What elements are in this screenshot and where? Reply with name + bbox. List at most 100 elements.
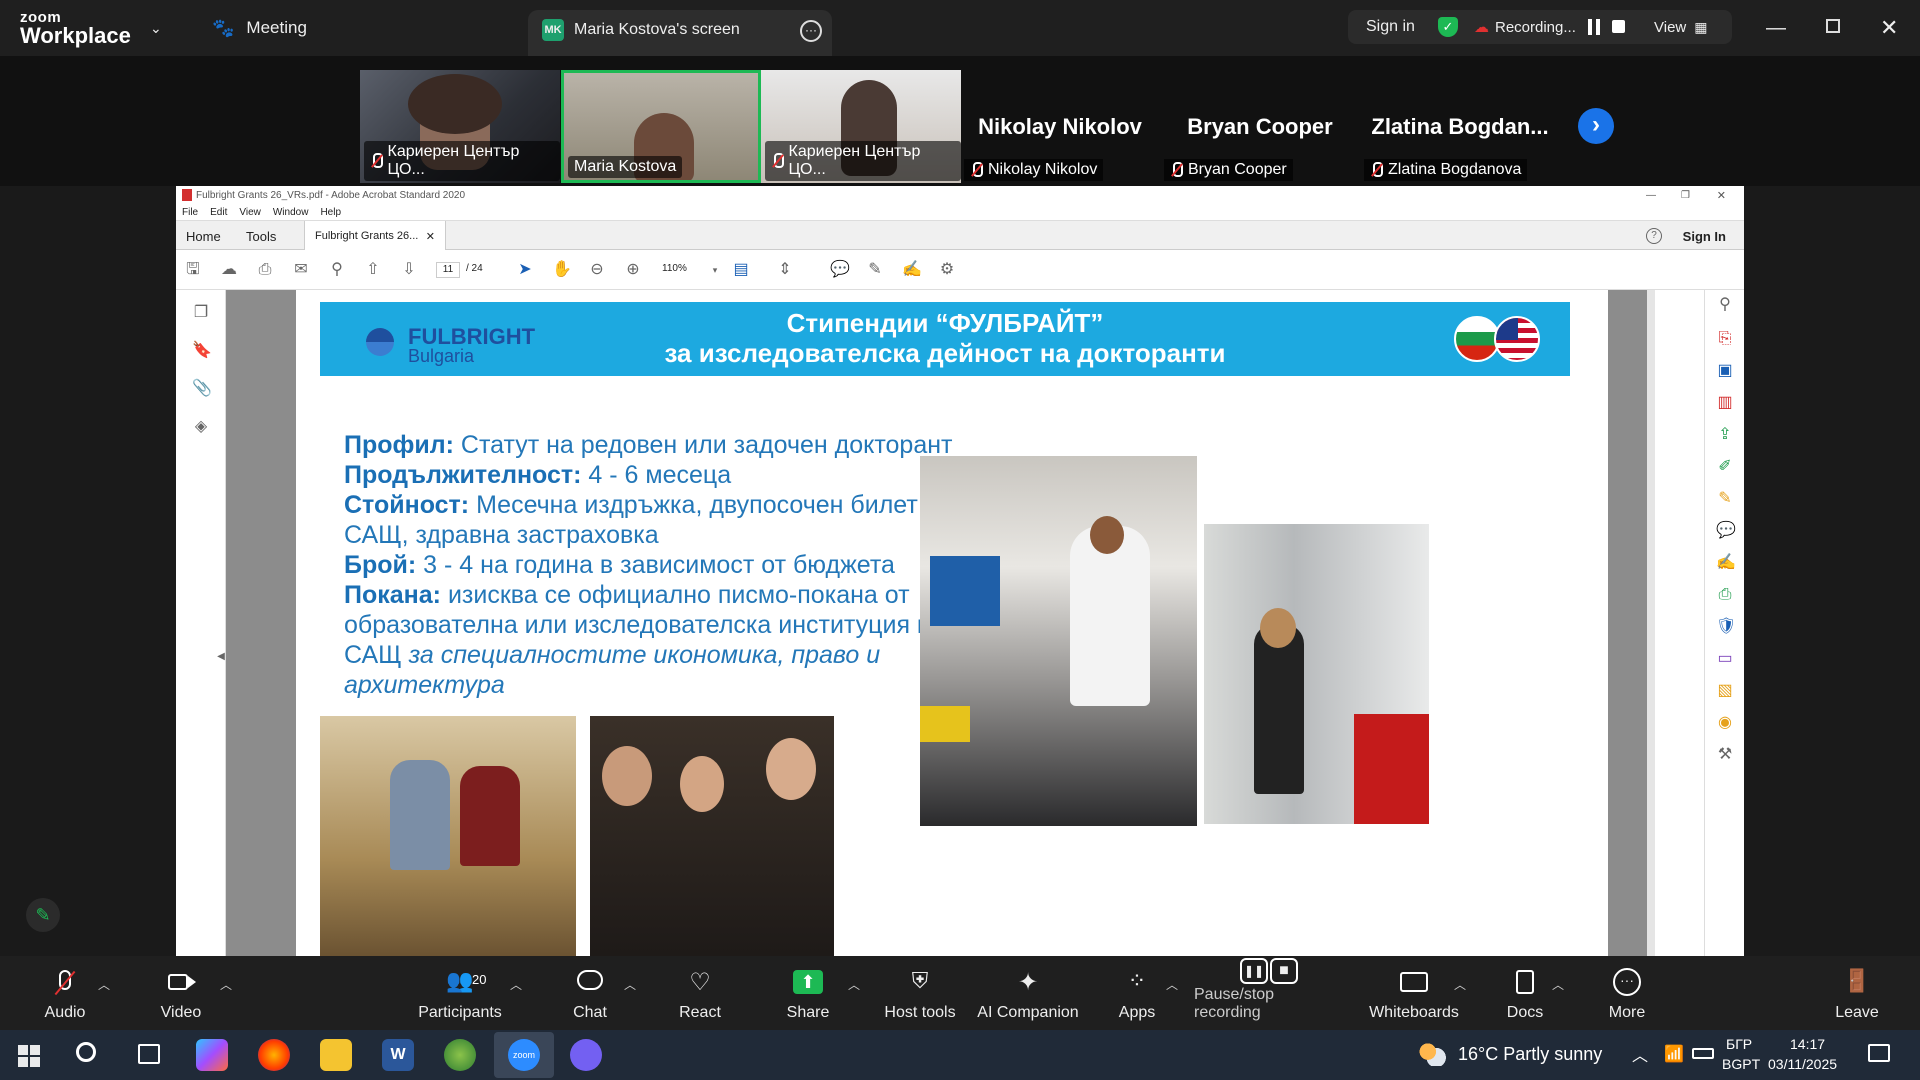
more-tools-icon[interactable]: ⚒ [1716, 746, 1734, 764]
video-tile-active[interactable]: Maria Kostova [561, 70, 761, 183]
name-tile[interactable]: Bryan Cooper Bryan Cooper [1160, 70, 1360, 183]
select-cursor-icon[interactable]: ➤ [516, 261, 534, 279]
zoom-magnifier-icon[interactable]: ⚲ [1716, 296, 1734, 314]
language-indicator[interactable]: БГР [1726, 1036, 1752, 1052]
clock-date[interactable]: 03/11/2025 [1768, 1056, 1837, 1072]
task-view-icon[interactable] [138, 1044, 160, 1064]
window-restore-icon[interactable]: ❐ [1681, 190, 1690, 201]
edit-pdf-icon[interactable]: ✐ [1716, 458, 1734, 476]
comment-tool-icon[interactable]: 💬 [1716, 522, 1736, 540]
send-signature-icon[interactable]: ✍ [1716, 554, 1736, 572]
notifications-icon[interactable] [1868, 1044, 1890, 1062]
copilot-app-icon[interactable] [196, 1039, 228, 1071]
prepare-form-icon[interactable]: ▧ [1716, 682, 1734, 700]
organize-pages-icon[interactable]: ▥ [1716, 394, 1734, 412]
window-minimize-icon[interactable]: — [1646, 190, 1656, 201]
next-page-icon[interactable]: ⇩ [400, 261, 418, 279]
leave-button[interactable]: 🚪 Leave [1830, 956, 1884, 1030]
protect-icon[interactable]: 🛡 [1716, 618, 1736, 636]
comment-icon[interactable]: 💬 [830, 261, 850, 279]
stop-icon[interactable] [1612, 20, 1625, 33]
name-tile[interactable]: Zlatina Bogdan... Zlatina Bogdanova [1360, 70, 1560, 183]
highlight-pen-icon[interactable]: ✎ [866, 261, 884, 279]
view-button[interactable]: View ▦ [1654, 10, 1707, 44]
zoom-level-select[interactable]: 110% [662, 263, 702, 274]
scan-ocr-icon[interactable]: ⎙ [1716, 586, 1734, 604]
docs-caret-icon[interactable]: ︿ [1552, 976, 1564, 993]
whiteboards-caret-icon[interactable]: ︿ [1454, 976, 1466, 993]
video-options-caret-icon[interactable]: ︿ [220, 976, 232, 993]
ai-companion-button[interactable]: ✦ AI Companion [976, 956, 1080, 1030]
more-options-icon[interactable]: ··· [800, 20, 822, 42]
share-caret-icon[interactable]: ︿ [848, 976, 860, 993]
tab-home[interactable]: Home [176, 221, 231, 251]
print-icon[interactable]: ⎙ [256, 261, 274, 279]
tab-document[interactable]: Fulbright Grants 26... ✕ [304, 221, 446, 251]
file-explorer-icon[interactable] [320, 1039, 352, 1071]
pause-icon[interactable] [1588, 19, 1600, 35]
cloud-upload-icon[interactable]: ☁ [220, 261, 238, 279]
apps-caret-icon[interactable]: ︿ [1166, 976, 1178, 993]
restore-icon[interactable] [1826, 19, 1840, 33]
minimize-icon[interactable]: — [1766, 0, 1786, 56]
meeting-tab[interactable]: 🐾 Meeting [212, 0, 307, 56]
more-button[interactable]: ··· More [1600, 956, 1654, 1030]
prev-page-icon[interactable]: ⇧ [364, 261, 382, 279]
viber-app-icon[interactable] [570, 1039, 602, 1071]
audio-options-caret-icon[interactable]: ︿ [98, 976, 110, 993]
close-icon[interactable]: ✕ [1880, 0, 1898, 56]
create-pdf-icon[interactable]: ⎘ [1716, 330, 1734, 348]
participants-caret-icon[interactable]: ︿ [510, 976, 522, 993]
next-page-arrow-icon[interactable]: › [1578, 108, 1614, 144]
zoom-dropdown-icon[interactable]: ▾ [706, 261, 724, 279]
measure-icon[interactable]: ▭ [1716, 650, 1734, 668]
menu-view[interactable]: View [239, 207, 261, 218]
audio-button[interactable]: Audio [40, 956, 90, 1030]
participants-button[interactable]: 👥 Participants [410, 956, 510, 1030]
pause-stop-recording-button[interactable]: ❚❚ ■ Pause/stop recording [1194, 956, 1344, 1030]
chevron-down-icon[interactable]: ⌄ [150, 0, 162, 56]
docs-button[interactable]: Docs [1500, 956, 1550, 1030]
sign-in-button[interactable]: Sign in [1366, 10, 1415, 44]
tab-close-icon[interactable]: ✕ [426, 230, 435, 243]
video-button[interactable]: Video [156, 956, 206, 1030]
apps-button[interactable]: ⁘ Apps [1110, 956, 1164, 1030]
menu-file[interactable]: File [182, 207, 198, 218]
page-number-input[interactable]: 11 [436, 262, 460, 278]
vertical-scrollbar[interactable] [1647, 290, 1655, 956]
clock-time[interactable]: 14:17 [1790, 1036, 1825, 1052]
stamp-icon[interactable]: ◉ [1716, 714, 1734, 732]
fit-page-icon[interactable]: ▤ [732, 261, 750, 279]
combine-files-icon[interactable]: ▣ [1716, 362, 1734, 380]
firefox-app-icon[interactable] [258, 1039, 290, 1071]
menu-edit[interactable]: Edit [210, 207, 227, 218]
video-tile[interactable]: Кариерен Център ЦО... [761, 70, 961, 183]
zoom-app-active[interactable]: zoom [494, 1032, 554, 1078]
edit-tool-icon[interactable]: ⚙ [938, 261, 956, 279]
export-pdf-icon[interactable]: ⇪ [1716, 426, 1734, 444]
green-app-icon[interactable] [444, 1039, 476, 1071]
search-icon[interactable] [76, 1042, 96, 1062]
save-icon[interactable]: 🖫 [184, 261, 202, 279]
zoom-out-icon[interactable]: ⊖ [588, 261, 606, 279]
video-tile[interactable]: Кариерен Център ЦО... [360, 70, 560, 183]
zoom-search-icon[interactable]: ⚲ [328, 261, 346, 279]
weather-text[interactable]: 16°C Partly sunny [1458, 1044, 1602, 1065]
help-icon[interactable]: ? [1646, 228, 1662, 244]
whiteboards-button[interactable]: Whiteboards [1366, 956, 1462, 1030]
word-app-icon[interactable]: W [382, 1039, 414, 1071]
window-close-icon[interactable]: ✕ [1717, 189, 1726, 202]
keyboard-layout[interactable]: BGPT [1722, 1056, 1760, 1072]
tab-tools[interactable]: Tools [236, 221, 286, 251]
bookmark-icon[interactable]: 🔖 [192, 342, 212, 360]
fill-sign-icon[interactable]: ✎ [1716, 490, 1734, 508]
network-icon[interactable]: 📶 [1664, 1044, 1684, 1064]
hand-tool-icon[interactable]: ✋ [552, 261, 572, 279]
chat-caret-icon[interactable]: ︿ [624, 976, 636, 993]
attachment-icon[interactable]: 📎 [192, 380, 212, 398]
pages-thumbnail-icon[interactable]: ❐ [192, 304, 210, 322]
name-tile[interactable]: Nikolay Nikolov Nikolay Nikolov [960, 70, 1160, 183]
menu-window[interactable]: Window [273, 207, 309, 218]
zoom-in-icon[interactable]: ⊕ [624, 261, 642, 279]
screen-share-tab[interactable]: MK Maria Kostova's screen ··· [528, 10, 832, 56]
